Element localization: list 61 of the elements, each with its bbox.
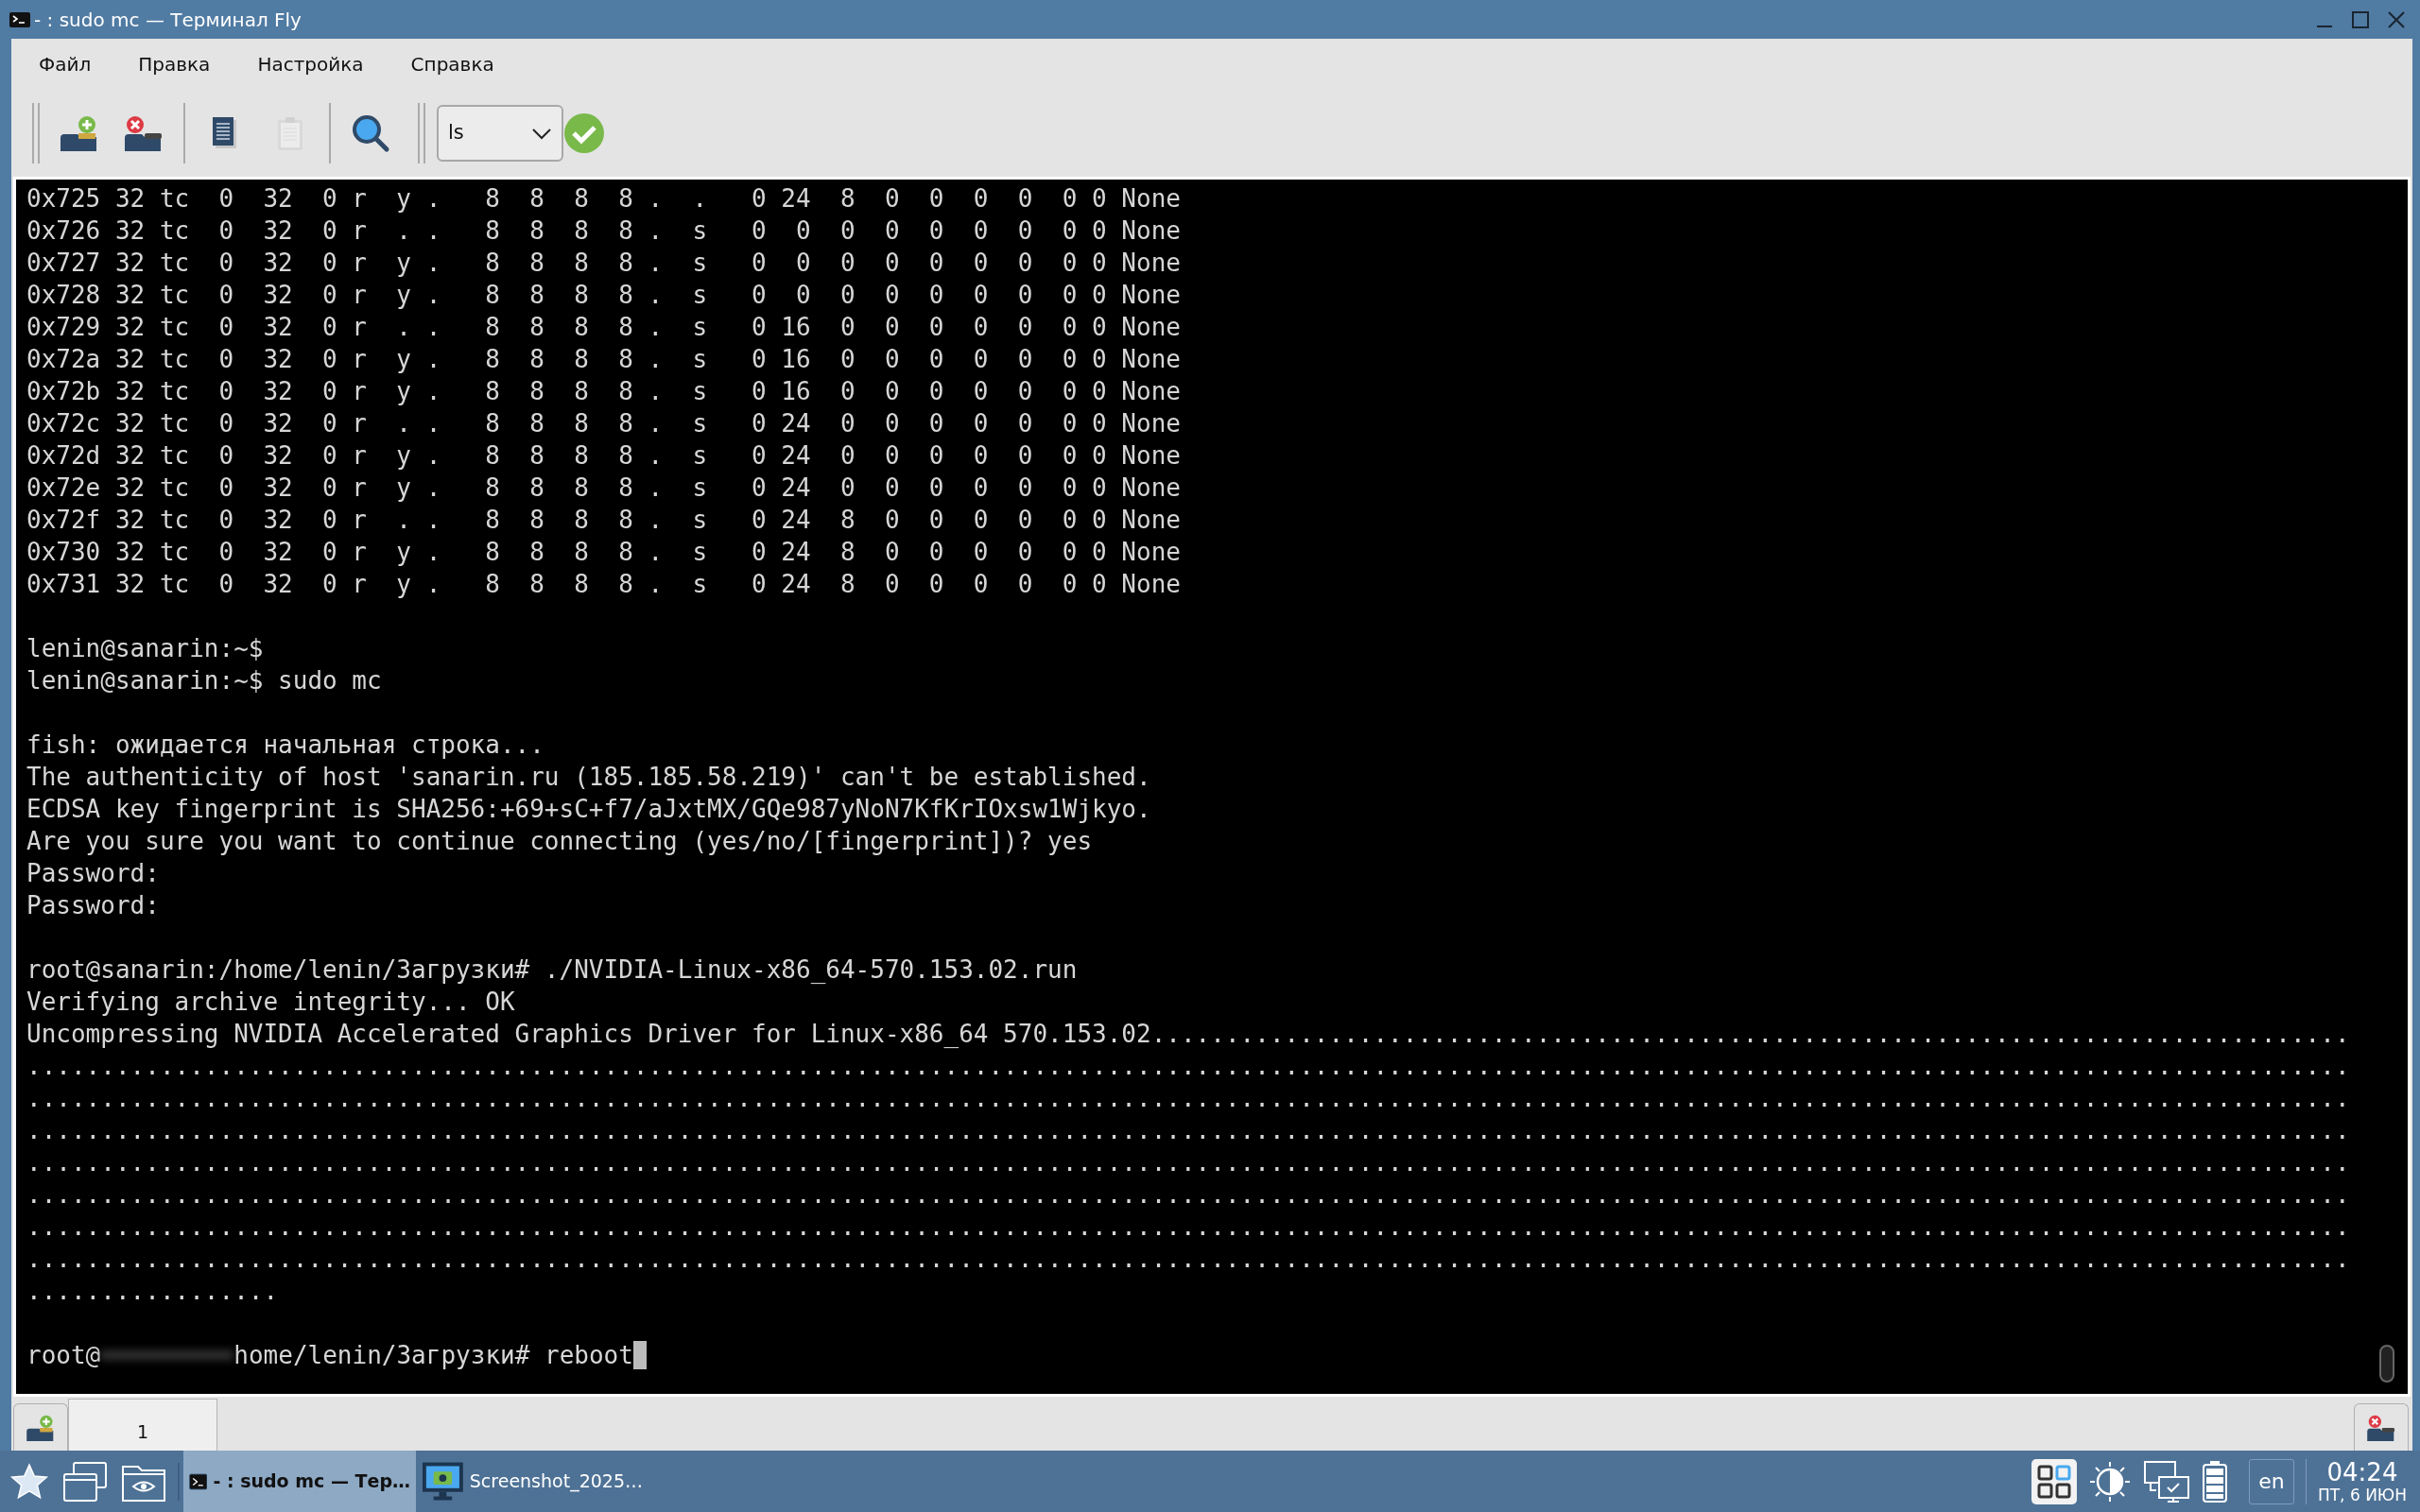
clock-time[interactable]: 04:24 [2326, 1459, 2398, 1485]
menu-item[interactable]: Правка [114, 50, 234, 78]
terminal-line: 0x726 32 tc 0 32 0 r . . 8 8 8 8 . s 0 0 0 0 0 0 0 0 0 None [26, 215, 1181, 247]
run-check-icon[interactable] [563, 112, 605, 154]
close-icon[interactable] [2386, 9, 2407, 30]
terminal-line: 0x730 32 tc 0 32 0 r y . 8 8 8 8 . s 0 24 8 0 0 0 0 0 0 None [26, 537, 1181, 568]
monitor-icon [422, 1460, 464, 1503]
terminal-line: ............................................................................................................................................................. [26, 1147, 2350, 1178]
terminal-line: 0x72b 32 tc 0 32 0 r y . 8 8 8 8 . s 0 16 0 0 0 0 0 0 0 None [26, 376, 1181, 407]
maximize-icon[interactable] [2350, 9, 2371, 30]
caret-icon [531, 127, 552, 140]
brightness-icon[interactable] [2087, 1459, 2132, 1503]
terminal-line: Password: [26, 890, 160, 921]
terminal-line: 0x72d 32 tc 0 32 0 r y . 8 8 8 8 . s 0 24 0 0 0 0 0 0 0 None [26, 440, 1181, 472]
terminal-line: root@sanarin:/home/lenin/Загрузки# ./NVIDIA-Linux-x86_64-570.153.02.run [26, 954, 1078, 986]
terminal-line: 0x72c 32 tc 0 32 0 r . . 8 8 8 8 . s 0 24 0 0 0 0 0 0 0 None [26, 408, 1181, 439]
tab[interactable]: 1 [68, 1399, 217, 1451]
terminal-line: ............................................................................................................................................................. [26, 1244, 2350, 1275]
terminal-line: ECDSA key fingerprint is SHA256:+69+sC+f7/aJxtMX/GQe987yNoN7KfKrIOxsw1Wjkyo. [26, 794, 1151, 825]
windows-icon[interactable] [62, 1460, 108, 1503]
taskbar-button[interactable]: - : sudo mc — Тер… [183, 1451, 416, 1512]
terminal-line: fish: ожидается начальная строка... [26, 730, 544, 761]
clock-date: ПТ, 6 ИЮН [2317, 1486, 2407, 1503]
language-indicator[interactable]: en [2248, 1458, 2294, 1504]
window-title: - : sudo mc — Терминал Fly [34, 7, 302, 33]
terminal-line: 0x725 32 tc 0 32 0 r y . 8 8 8 8 . . 0 24 8 0 0 0 0 0 0 None [26, 183, 1181, 215]
menu-item[interactable]: Настройка [233, 50, 388, 78]
terminal-line: home/lenin/Загрузки# reboot [233, 1340, 633, 1371]
terminal-line: Uncompressing NVIDIA Accelerated Graphics Driver for Linux-x86_64 570.153.02................................................................................. [26, 1019, 2350, 1050]
terminal-line: 0x729 32 tc 0 32 0 r . . 8 8 8 8 . s 0 16 0 0 0 0 0 0 0 None [26, 312, 1181, 343]
terminal-line: lenin@sanarin:~$ [26, 633, 264, 664]
terminal-line: 0x728 32 tc 0 32 0 r y . 8 8 8 8 . s 0 0 0 0 0 0 0 0 0 None [26, 280, 1181, 311]
battery-icon [2201, 1459, 2228, 1503]
terminal-line: 0x72f 32 tc 0 32 0 r . . 8 8 8 8 . s 0 24 8 0 0 0 0 0 0 None [26, 505, 1181, 536]
terminal-line: Password: [26, 858, 160, 889]
menu-item[interactable]: Файл [15, 50, 115, 78]
terminal-panel[interactable] [13, 177, 2411, 1397]
terminal-line: root@ [26, 1340, 101, 1371]
terminal-line: 0x72a 32 tc 0 32 0 r y . 8 8 8 8 . s 0 16 0 0 0 0 0 0 0 None [26, 344, 1181, 375]
command-combo-box[interactable]: ls [437, 105, 563, 162]
terminal-line: ............................................................................................................................................................. [26, 1211, 2350, 1243]
apps-grid-icon[interactable] [2031, 1458, 2077, 1504]
terminal-line: 0x731 32 tc 0 32 0 r y . 8 8 8 8 . s 0 24 8 0 0 0 0 0 0 None [26, 569, 1181, 600]
menu-item[interactable]: Справка [387, 50, 518, 78]
terminal-line: ............................................................................................................................................................. [26, 1051, 2350, 1082]
terminal-line: 0x72e 32 tc 0 32 0 r y . 8 8 8 8 . s 0 24 0 0 0 0 0 0 0 None [26, 472, 1181, 504]
displays-icon[interactable] [2142, 1459, 2190, 1503]
scrollbar-thumb[interactable] [2379, 1345, 2394, 1383]
star-icon[interactable] [9, 1461, 49, 1502]
terminal-line: lenin@sanarin:~$ sudo mc [26, 665, 382, 696]
terminal-line: ............................................................................................................................................................. [26, 1083, 2350, 1114]
terminal-icon [9, 11, 30, 27]
terminal-line: 0x727 32 tc 0 32 0 r y . 8 8 8 8 . s 0 0 0 0 0 0 0 0 0 None [26, 248, 1181, 279]
terminal-line: The authenticity of host 'sanarin.ru (185.185.58.219)' can't be established. [26, 762, 1151, 793]
taskbar-button[interactable]: Screenshot_2025… [416, 1451, 648, 1512]
terminal-line: ............................................................................................................................................................. [26, 1179, 2350, 1211]
terminal-line: ............................................................................................................................................................. [26, 1115, 2350, 1146]
terminal-line: Verifying archive integrity... OK [26, 987, 515, 1018]
close-tab-button[interactable] [2354, 1403, 2409, 1451]
terminal-line: ................. [26, 1276, 279, 1307]
terminal-line: Are you sure you want to continue connecting (yes/no/[fingerprint])? yes [26, 826, 1093, 857]
